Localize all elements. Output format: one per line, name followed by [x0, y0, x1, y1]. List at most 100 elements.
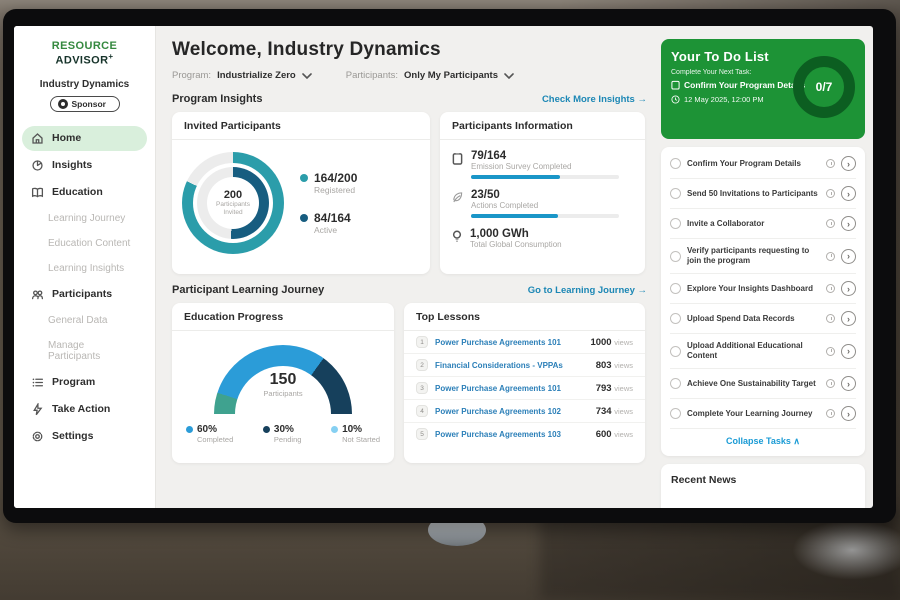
task-row[interactable]: Upload Additional Educational Content › — [670, 334, 856, 369]
clock-icon — [826, 284, 835, 293]
task-checkbox[interactable] — [670, 378, 681, 389]
task-checkbox[interactable] — [670, 251, 681, 262]
task-row[interactable]: Explore Your Insights Dashboard › — [670, 274, 856, 304]
task-row[interactable]: Achieve One Sustainability Target › — [670, 369, 856, 399]
task-checkbox[interactable] — [670, 158, 681, 169]
program-icon — [31, 376, 44, 389]
card-title: Education Progress — [172, 303, 394, 331]
task-label: Complete Your Learning Journey — [687, 409, 820, 419]
leaf-icon — [452, 191, 463, 203]
sidebar-item-participants[interactable]: Participants — [22, 282, 147, 307]
chevron-right-icon[interactable]: › — [841, 249, 856, 264]
chevron-down-icon — [504, 73, 514, 79]
sponsor-badge[interactable]: Sponsor — [50, 96, 120, 112]
sidebar-item-insights[interactable]: Insights — [22, 153, 147, 178]
clock-icon — [826, 314, 835, 323]
clock-icon — [826, 379, 835, 388]
gauge-center: 150 Participants — [214, 371, 352, 398]
progress-track — [471, 214, 619, 218]
gauge-center-label: Participants — [214, 389, 352, 398]
lesson-rank: 3 — [416, 382, 428, 394]
legend-completed: 60% Completed — [186, 424, 233, 444]
chevron-right-icon[interactable]: › — [841, 406, 856, 421]
task-checkbox[interactable] — [670, 283, 681, 294]
sidebar-item-general-data[interactable]: General Data — [22, 309, 147, 332]
program-filter-value: Industrialize Zero — [217, 70, 296, 81]
sidebar-item-home[interactable]: Home — [22, 126, 147, 151]
task-row[interactable]: Invite a Collaborator › — [670, 209, 856, 239]
legend-value: 60% — [197, 424, 233, 435]
donut-center-value: 200 — [224, 189, 242, 201]
sidebar-item-education[interactable]: Education — [22, 180, 147, 205]
lesson-link[interactable]: Power Purchase Agreements 101 — [435, 384, 589, 393]
sidebar-item-label: General Data — [48, 315, 107, 326]
education-progress-gauge-chart: 150 Participants — [214, 345, 352, 414]
sidebar-item-manage-participants[interactable]: Manage Participants — [22, 334, 147, 368]
chevron-right-icon[interactable]: › — [841, 216, 856, 231]
brand-secondary: ADVISOR — [56, 55, 109, 67]
check-more-insights-link[interactable]: Check More Insights → — [542, 94, 647, 105]
todo-progress-value: 0/7 — [816, 80, 833, 94]
chevron-right-icon[interactable]: › — [841, 156, 856, 171]
sidebar-item-program[interactable]: Program — [22, 370, 147, 395]
task-row[interactable]: Complete Your Learning Journey › — [670, 399, 856, 429]
clock-icon — [826, 252, 835, 261]
bulb-icon — [452, 230, 462, 243]
chevron-right-icon[interactable]: › — [841, 186, 856, 201]
views-suffix: views — [614, 338, 633, 347]
stat-value: 1,000 GWh — [470, 228, 562, 240]
legend-label: Registered — [314, 185, 357, 195]
progress-track — [471, 175, 619, 179]
task-row[interactable]: Upload Spend Data Records › — [670, 304, 856, 334]
section-title: Program Insights — [172, 93, 262, 105]
lesson-link[interactable]: Power Purchase Agreements 101 — [435, 338, 583, 347]
lesson-link[interactable]: Power Purchase Agreements 102 — [435, 407, 589, 416]
recent-news-title: Recent News — [671, 474, 855, 486]
task-label: Achieve One Sustainability Target — [687, 379, 820, 389]
views-suffix: views — [614, 407, 633, 416]
task-row[interactable]: Confirm Your Program Details › — [670, 149, 856, 179]
task-checkbox[interactable] — [670, 313, 681, 324]
sidebar-item-label: Program — [52, 376, 95, 388]
lesson-link[interactable]: Financial Considerations - VPPAs — [435, 361, 589, 370]
legend-registered: 164/200 Registered — [300, 171, 357, 195]
chevron-right-icon[interactable]: › — [841, 344, 856, 359]
participants-icon — [31, 288, 44, 301]
legend-label: Pending — [274, 435, 302, 444]
org-name: Industry Dynamics — [22, 79, 147, 90]
lesson-views: 600 — [596, 429, 612, 440]
education-icon — [31, 186, 44, 199]
task-checkbox[interactable] — [670, 346, 681, 357]
lesson-row: 4 Power Purchase Agreements 102 734 view… — [404, 400, 645, 423]
collapse-tasks-link[interactable]: Collapse Tasks ∧ — [670, 429, 856, 452]
card-title: Invited Participants — [172, 112, 430, 140]
chevron-right-icon[interactable]: › — [841, 376, 856, 391]
participants-filter[interactable]: Participants: Only My Participants — [346, 70, 514, 81]
legend-dot — [186, 426, 193, 433]
task-checkbox[interactable] — [670, 218, 681, 229]
lesson-row: 2 Financial Considerations - VPPAs 803 v… — [404, 354, 645, 377]
task-checkbox[interactable] — [670, 408, 681, 419]
task-icon — [671, 80, 680, 90]
lesson-views: 734 — [596, 406, 612, 417]
task-row[interactable]: Send 50 Invitations to Participants › — [670, 179, 856, 209]
learning-journey-header: Participant Learning Journey Go to Learn… — [172, 284, 647, 296]
sidebar-item-take-action[interactable]: Take Action — [22, 397, 147, 422]
go-to-learning-journey-link[interactable]: Go to Learning Journey → — [528, 285, 647, 296]
chevron-right-icon[interactable]: › — [841, 281, 856, 296]
task-row[interactable]: Verify participants requesting to join t… — [670, 239, 856, 274]
sidebar-item-learning-journey[interactable]: Learning Journey — [22, 207, 147, 230]
lesson-link[interactable]: Power Purchase Agreements 103 — [435, 430, 589, 439]
stat-value: 23/50 — [471, 189, 619, 201]
sidebar-item-learning-insights[interactable]: Learning Insights — [22, 257, 147, 280]
legend-not-started: 10% Not Started — [331, 424, 380, 444]
sidebar-item-settings[interactable]: Settings — [22, 424, 147, 449]
arrow-right-icon: → — [638, 94, 648, 105]
task-checkbox[interactable] — [670, 188, 681, 199]
program-filter-label: Program: — [172, 70, 211, 81]
stat-value: 79/164 — [471, 150, 619, 162]
sidebar-item-education-content[interactable]: Education Content — [22, 232, 147, 255]
program-filter[interactable]: Program: Industrialize Zero — [172, 70, 312, 81]
chevron-right-icon[interactable]: › — [841, 311, 856, 326]
progress-fill — [471, 214, 558, 218]
